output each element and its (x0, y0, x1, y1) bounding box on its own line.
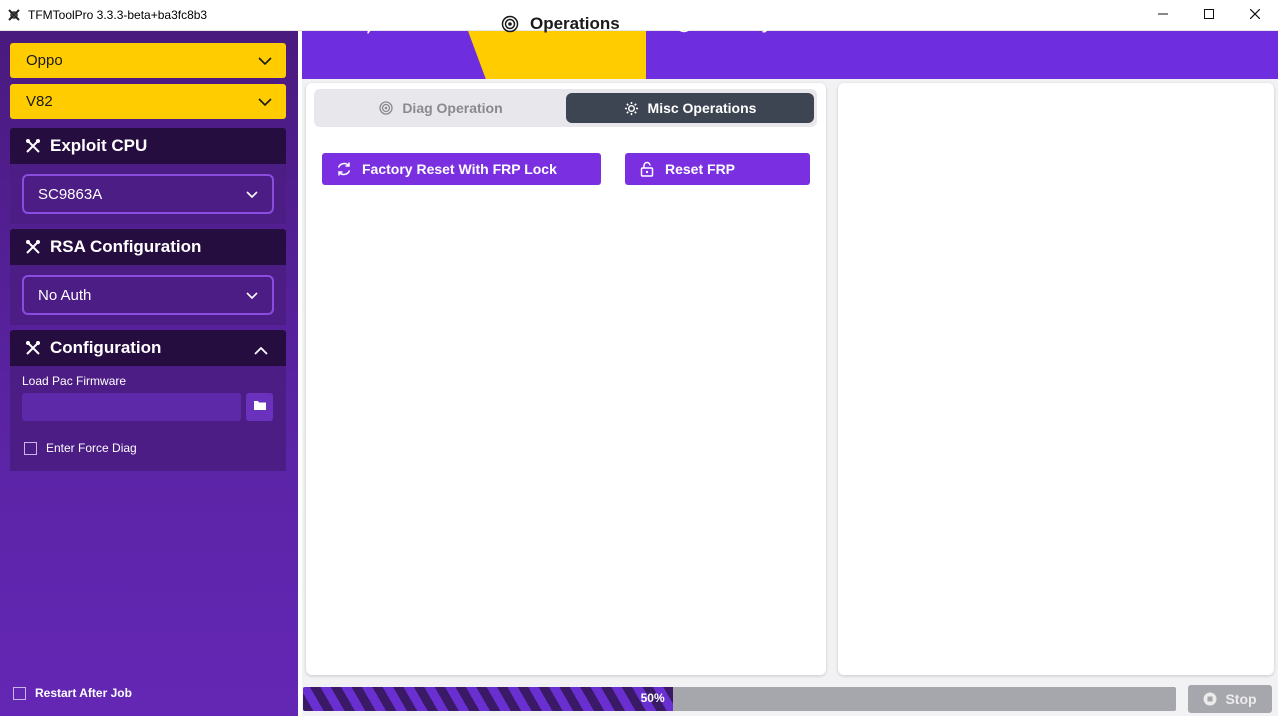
folder-icon (253, 398, 267, 416)
brand-select-value: Oppo (26, 52, 63, 69)
model-select[interactable]: V82 (10, 84, 286, 119)
configuration-header[interactable]: Configuration (10, 330, 286, 366)
force-diag-label: Enter Force Diag (46, 441, 137, 455)
rsa-select-value: No Auth (38, 286, 92, 304)
chevron-down-icon (258, 93, 272, 110)
cpu-select[interactable]: SC9863A (22, 174, 274, 214)
chevron-down-icon (258, 52, 272, 69)
main-tabs (302, 31, 1278, 79)
factory-reset-frp-label: Factory Reset With FRP Lock (362, 161, 557, 177)
shield-icon (674, 14, 694, 34)
configuration-body: Load Pac Firmware Enter Force Diag (10, 366, 286, 471)
close-icon (1249, 6, 1261, 24)
rsa-config-header: RSA Configuration (10, 229, 286, 265)
lightning-icon (360, 14, 380, 34)
rsa-config-body: No Auth (10, 265, 286, 325)
stop-icon (1203, 692, 1217, 706)
force-diag-row[interactable]: Enter Force Diag (24, 441, 137, 455)
subtab-misc-label: Misc Operations (647, 100, 757, 116)
tab-security[interactable]: Security (674, 0, 771, 48)
maximize-icon (1204, 6, 1214, 24)
restart-after-job-row[interactable]: Restart After Job (13, 686, 132, 700)
configuration-title: Configuration (50, 338, 162, 357)
stop-button[interactable]: Stop (1188, 685, 1272, 713)
restart-after-job-checkbox[interactable] (13, 686, 26, 700)
maximize-button[interactable] (1186, 0, 1232, 30)
force-diag-checkbox[interactable] (24, 441, 37, 455)
tab-flash-label: Flash (390, 14, 435, 33)
exploit-cpu-header: Exploit CPU (10, 128, 286, 164)
sidebar: Oppo V82 Exploit CPU SC9863A RSA Configu… (0, 31, 298, 716)
minimize-icon (1158, 6, 1168, 24)
tools-icon (24, 238, 42, 256)
tools-icon (24, 137, 42, 155)
model-select-value: V82 (26, 93, 53, 110)
tab-flash[interactable]: Flash (360, 0, 434, 48)
target-icon (500, 14, 520, 34)
reset-frp-button[interactable]: Reset FRP (625, 153, 810, 185)
chevron-up-icon[interactable] (254, 340, 268, 360)
browse-button[interactable] (246, 393, 273, 421)
minimize-button[interactable] (1140, 0, 1186, 30)
load-pac-label: Load Pac Firmware (22, 374, 127, 388)
refresh-icon (336, 161, 352, 177)
rsa-config-title: RSA Configuration (50, 237, 202, 256)
chevron-down-icon (246, 186, 258, 203)
window-title: TFMToolPro 3.3.3-beta+ba3fc8b3 (28, 8, 208, 22)
close-button[interactable] (1232, 0, 1278, 30)
factory-reset-frp-button[interactable]: Factory Reset With FRP Lock (322, 153, 601, 185)
restart-after-job-label: Restart After Job (35, 686, 132, 700)
chevron-down-icon (246, 287, 258, 304)
progress-label: 50% (640, 691, 665, 705)
stop-label: Stop (1225, 691, 1257, 707)
tools-icon (24, 339, 42, 357)
brand-select[interactable]: Oppo (10, 43, 286, 78)
tab-security-label: Security (704, 14, 772, 33)
title-bar: TFMToolPro 3.3.3-beta+ba3fc8b3 (0, 0, 1278, 31)
cpu-select-value: SC9863A (38, 185, 103, 203)
tab-operations-label: Operations (530, 14, 620, 33)
rsa-select[interactable]: No Auth (22, 275, 274, 315)
app-icon (6, 7, 22, 23)
exploit-cpu-body: SC9863A (10, 164, 286, 224)
reset-frp-label: Reset FRP (665, 161, 736, 177)
unlock-icon (639, 161, 655, 177)
progress-fill (303, 687, 673, 711)
target-icon (378, 100, 394, 116)
log-panel (838, 83, 1274, 675)
exploit-cpu-title: Exploit CPU (50, 136, 148, 155)
subtab-diag-label: Diag Operation (402, 100, 503, 116)
tab-operations[interactable]: Operations (500, 0, 620, 48)
load-pac-input[interactable] (22, 393, 241, 421)
gear-icon (624, 100, 640, 116)
progress-bar: 50% (303, 687, 1176, 711)
subtab-diag-operation[interactable]: Diag Operation (318, 93, 563, 123)
subtab-misc-operations[interactable]: Misc Operations (566, 93, 814, 123)
